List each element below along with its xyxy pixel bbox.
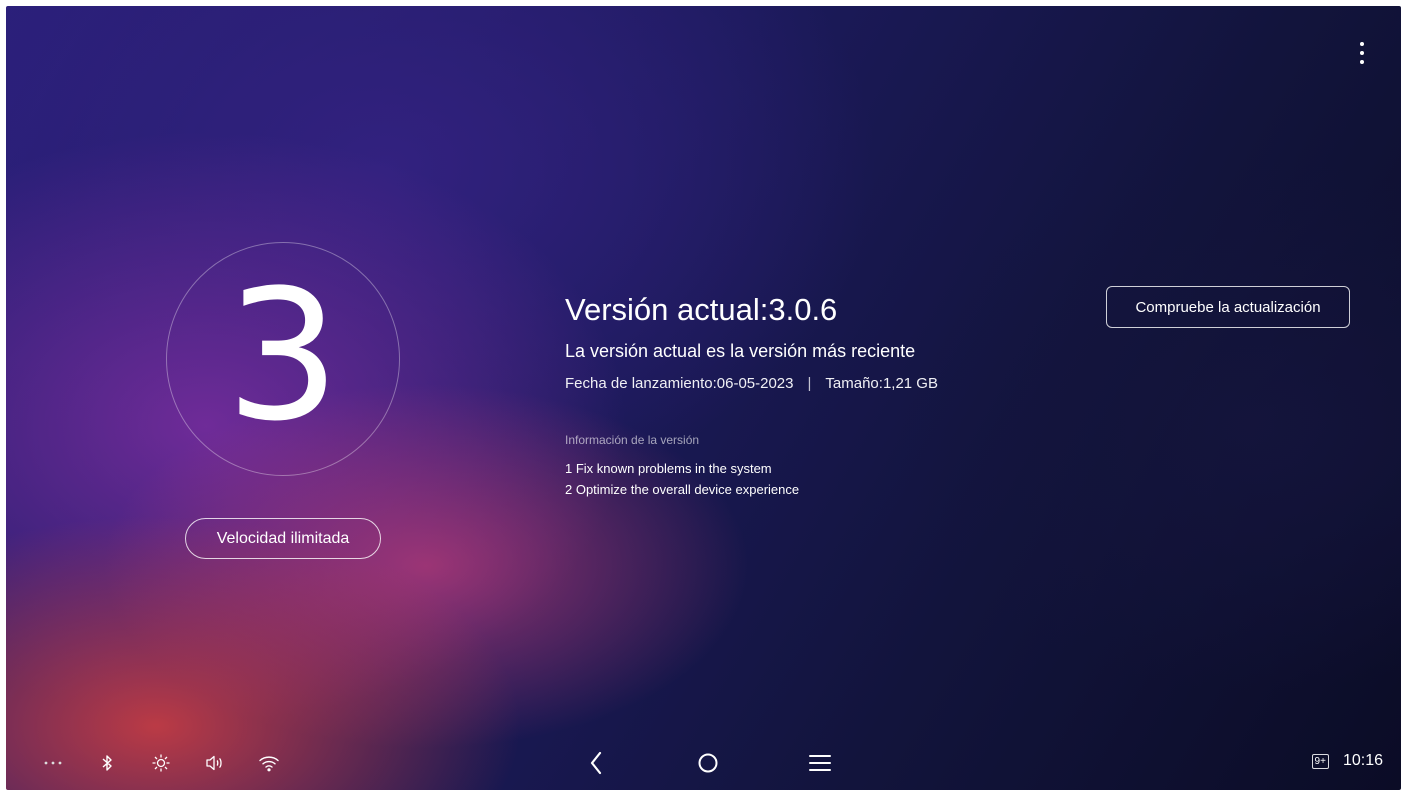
release-date: Fecha de lanzamiento:06-05-2023 bbox=[565, 375, 794, 392]
quick-settings-group bbox=[34, 752, 304, 774]
update-size: Tamaño:1,21 GB bbox=[825, 375, 938, 392]
home-icon[interactable] bbox=[678, 748, 738, 778]
release-notes-heading: Información de la versión bbox=[565, 433, 700, 447]
more-horiz-icon[interactable] bbox=[34, 752, 72, 774]
release-note-item: 2 Optimize the overall device experience bbox=[565, 482, 800, 497]
notification-count-badge[interactable]: 9+ bbox=[1311, 753, 1329, 769]
unlimited-speed-button[interactable]: Velocidad ilimitada bbox=[185, 518, 381, 559]
meta-separator: | bbox=[807, 375, 812, 392]
bluetooth-icon[interactable] bbox=[88, 752, 126, 774]
system-nav-bar: 9+ 10:16 bbox=[6, 738, 1401, 790]
navigation-buttons bbox=[566, 748, 902, 778]
version-digit: 3 bbox=[225, 252, 341, 461]
version-badge-circle: 3 bbox=[166, 242, 400, 476]
clock-time: 10:16 bbox=[1342, 752, 1383, 769]
wifi-icon[interactable] bbox=[250, 752, 288, 774]
current-version-title: Versión actual:3.0.6 bbox=[565, 292, 838, 327]
check-update-button[interactable]: Compruebe la actualización bbox=[1106, 286, 1350, 328]
more-vert-icon[interactable] bbox=[1356, 42, 1368, 64]
volume-icon[interactable] bbox=[196, 752, 234, 774]
version-status-text: La versión actual es la versión más reci… bbox=[565, 341, 916, 361]
release-notes-list: 1 Fix known problems in the system 2 Opt… bbox=[565, 458, 938, 500]
recents-icon[interactable] bbox=[790, 748, 850, 778]
status-area: 9+ 10:16 bbox=[1311, 752, 1383, 770]
system-update-screen: 3 Velocidad ilimitada Versión actual:3.0… bbox=[6, 6, 1401, 790]
release-note-item: 1 Fix known problems in the system bbox=[565, 461, 772, 476]
back-icon[interactable] bbox=[566, 748, 626, 778]
brightness-icon[interactable] bbox=[142, 752, 180, 774]
version-meta: Fecha de lanzamiento:06-05-2023 | Tamaño:1… bbox=[565, 374, 938, 394]
version-info-panel: Versión actual:3.0.6 La versión actual e… bbox=[565, 290, 938, 500]
